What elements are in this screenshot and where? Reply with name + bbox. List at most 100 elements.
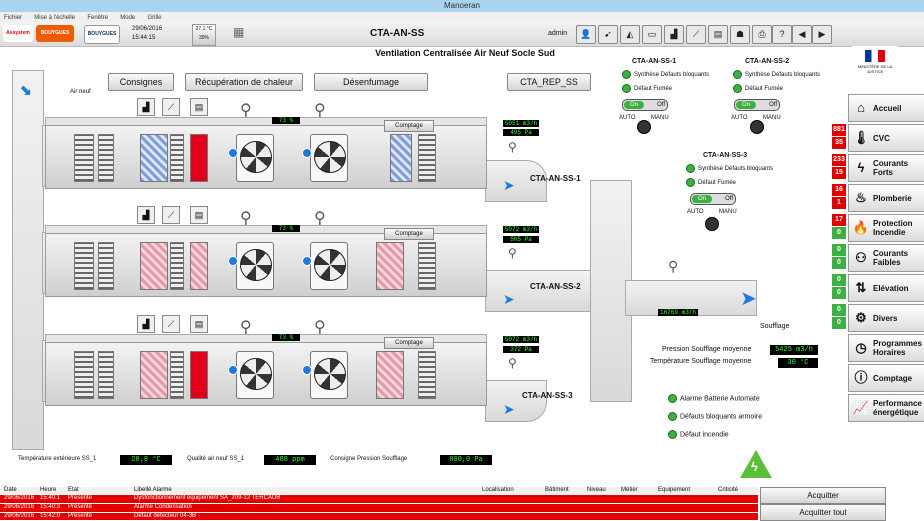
menu-item-echelle[interactable]: Mise à l'échelle	[34, 15, 75, 21]
ahu-2-chart-icon[interactable]: ▟	[137, 206, 155, 224]
status-panel-2-mode-knob[interactable]	[750, 120, 764, 134]
ahu-3-report-icon[interactable]: ▤	[190, 315, 208, 333]
building-icon[interactable]: ▦	[233, 25, 253, 42]
send-icon[interactable]: ◭	[620, 25, 640, 44]
ahu-3-fan-a[interactable]	[236, 351, 274, 399]
status-panel-2-auto: AUTO	[731, 115, 748, 121]
active-alarm-count[interactable]: 0	[832, 304, 846, 316]
trend-icon[interactable]: ⟋	[686, 25, 706, 44]
unack-alarm-count[interactable]: 0	[832, 287, 846, 299]
nav-faucet[interactable]: ♨ Plomberie	[848, 184, 924, 212]
nav-clock[interactable]: ◷ Programmes Horaires	[848, 334, 924, 362]
alarm-row[interactable]: 29/06/2016 15:42:0 Présente Défaut détec…	[0, 513, 758, 520]
assystem-logo: Assystem	[3, 25, 33, 42]
card-icon[interactable]: ▭	[642, 25, 662, 44]
menu-item-fenetre[interactable]: Fenêtre	[87, 15, 108, 21]
ahu-3-damper	[74, 351, 94, 399]
ahu-2-report-icon[interactable]: ▤	[190, 206, 208, 224]
ahu-1-fan-a[interactable]	[236, 134, 274, 182]
ahu-1-valve-icon-a: ⚲	[240, 102, 252, 119]
nav-thermometer[interactable]: 🌡 CVC	[848, 124, 924, 152]
supply-temp-label: Température Soufflage moyenne	[650, 358, 752, 365]
weather-humidity: 39%	[198, 35, 209, 41]
back-arrow-icon[interactable]: ◀	[792, 25, 812, 44]
menu-item-fichier[interactable]: Fichier	[4, 15, 22, 21]
ahu-3-comptage-button[interactable]: Comptage	[384, 337, 434, 349]
unack-alarm-count[interactable]: 1	[832, 197, 846, 209]
consignes-button[interactable]: Consignes	[108, 73, 174, 91]
ahu-1-fan-b[interactable]	[310, 134, 348, 182]
ahu-3-fan-b[interactable]	[310, 351, 348, 399]
nav-chart[interactable]: 📈 Performance énergétique	[848, 394, 924, 422]
acknowledge-button[interactable]: Acquitter	[760, 487, 886, 504]
unack-alarm-count[interactable]: 35	[832, 137, 846, 149]
forward-arrow-icon[interactable]: ▶	[812, 25, 832, 44]
ahu-3-trend-icon[interactable]: ⟋	[162, 315, 180, 333]
info-icon: ⓘ	[854, 370, 868, 385]
fan-icon	[314, 141, 346, 173]
nav-gears[interactable]: ⚙ Divers	[848, 304, 924, 332]
house-icon: ⌂	[857, 100, 865, 115]
desenfumage-button[interactable]: Désenfumage	[314, 73, 428, 91]
nav-elevator[interactable]: ⇅ Elévation	[848, 274, 924, 302]
switch-off-label: Off	[657, 102, 665, 108]
status-panel-2-line1: Synthèse Défauts bloquants	[733, 70, 820, 79]
nav-socket[interactable]: ⚇ Courants Faibles	[848, 244, 924, 272]
ahu-1-fan-b-status	[302, 148, 312, 158]
menu-item-grille[interactable]: Grille	[148, 15, 162, 21]
alarm-row[interactable]: 29/06/2016 15:40:1 Présente Dysfonctionn…	[0, 495, 758, 503]
supply-flow-display: 16769 m3/h	[658, 309, 698, 316]
ahu-1-chart-icon[interactable]: ▟	[137, 98, 155, 116]
alarm-label: Défaut détecteur 04-3B	[134, 513, 197, 519]
nav-house[interactable]: ⌂ Accueil	[848, 94, 924, 122]
ahu-2-fan-b[interactable]	[310, 242, 348, 290]
unack-alarm-count[interactable]: 15	[832, 167, 846, 179]
ahu-1-trend-icon[interactable]: ⟋	[162, 98, 180, 116]
ahu-2-heater	[190, 242, 208, 290]
status-panel-1-onoff-switch[interactable]: On Off	[622, 99, 668, 111]
pressure-setpoint-label: Consigne Pression Soufflage	[330, 456, 408, 462]
unack-alarm-count[interactable]: 0	[832, 227, 846, 239]
active-alarm-count[interactable]: 0	[832, 274, 846, 286]
help-icon[interactable]: ?	[772, 25, 792, 44]
status-panel-3-onoff-switch[interactable]: On Off	[690, 193, 736, 205]
ahu-2-fan-a[interactable]	[236, 242, 274, 290]
switch-on-label: On	[736, 101, 756, 109]
active-alarm-count[interactable]: 17	[832, 214, 846, 226]
status-panel-3-mode-knob[interactable]	[705, 217, 719, 231]
status-panel-3-auto: AUTO	[687, 209, 704, 215]
team-icon[interactable]: ☗	[730, 25, 750, 44]
ahu-1-report-icon[interactable]: ▤	[190, 98, 208, 116]
active-alarm-count[interactable]: 16	[832, 184, 846, 196]
supply-sensor-icon: ⚲	[668, 258, 679, 274]
status-panel-1-mode-knob[interactable]	[637, 120, 651, 134]
ahu-2-comptage-button[interactable]: Comptage	[384, 228, 434, 240]
ahu-2-casing	[45, 233, 487, 297]
ahu-1-comptage-button[interactable]: Comptage	[384, 120, 434, 132]
nav-info[interactable]: ⓘ Comptage	[848, 364, 924, 392]
alarm-row[interactable]: 29/06/2016 15:40:3 Présente Alarme Conde…	[0, 504, 758, 512]
alarm-list-icon[interactable]: ▤	[708, 25, 728, 44]
nav-label: Comptage	[873, 373, 913, 383]
print-icon[interactable]: ⎙	[752, 25, 772, 44]
status-panel-2-onoff-switch[interactable]: On Off	[734, 99, 780, 111]
chart-icon[interactable]: ▟	[664, 25, 684, 44]
ahu-3-chart-icon[interactable]: ▟	[137, 315, 155, 333]
nav-fire[interactable]: 🔥 Protection Incendie	[848, 214, 924, 242]
ahu-2-trend-icon[interactable]: ⟋	[162, 206, 180, 224]
nav-lightning[interactable]: ϟ Courants Forts	[848, 154, 924, 182]
ahu-1-pressure-display: 495 Pa	[503, 129, 539, 136]
active-alarm-count[interactable]: 881	[832, 124, 846, 136]
cta-rep-ss-button[interactable]: CTA_REP_SS	[507, 73, 591, 91]
acknowledge-all-button[interactable]: Acquitter tout	[760, 504, 886, 521]
user-icon[interactable]: 👤	[576, 25, 596, 44]
ahu-3-casing	[45, 342, 487, 406]
menu-item-mode[interactable]: Mode	[120, 15, 135, 21]
active-alarm-count[interactable]: 233	[832, 154, 846, 166]
rocket-icon[interactable]: ➹	[598, 25, 618, 44]
active-alarm-count[interactable]: 0	[832, 244, 846, 256]
recuperation-chaleur-button[interactable]: Récupération de chaleur	[185, 73, 303, 91]
alarm-blocking-cabinet: Défauts bloquants armoire	[668, 412, 762, 421]
unack-alarm-count[interactable]: 0	[832, 257, 846, 269]
unack-alarm-count[interactable]: 0	[832, 317, 846, 329]
